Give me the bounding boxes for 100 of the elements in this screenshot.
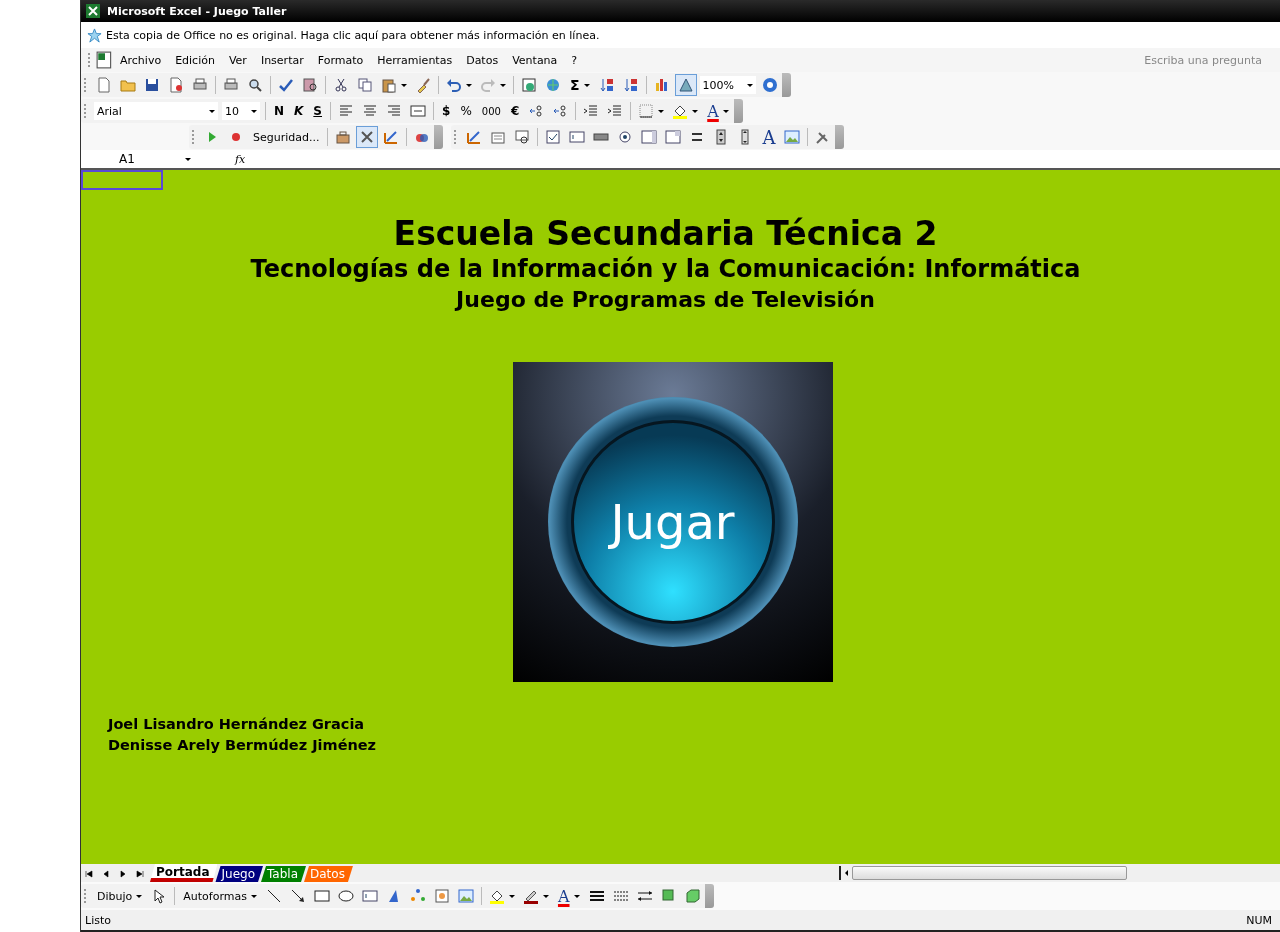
- merge-center-icon[interactable]: [410, 103, 426, 119]
- book-icon[interactable]: [302, 77, 318, 93]
- line-style-icon[interactable]: [588, 888, 605, 904]
- menu-item[interactable]: Ventana: [506, 51, 566, 69]
- paste-icon[interactable]: [381, 77, 397, 93]
- menu-item[interactable]: ?: [565, 51, 586, 69]
- font-color-button[interactable]: A: [702, 100, 734, 122]
- autosum-button[interactable]: Σ: [565, 74, 595, 96]
- font-dropdown[interactable]: Arial: [94, 102, 218, 120]
- design-mode-icon[interactable]: [383, 129, 400, 145]
- fill-color-icon[interactable]: [488, 888, 505, 904]
- label-button[interactable]: A: [757, 126, 781, 148]
- combo-box-icon[interactable]: [665, 129, 682, 145]
- sheet-heading: Juego de Programas de Televisión: [456, 287, 875, 312]
- zoom-dropdown[interactable]: 100%: [699, 76, 756, 94]
- toolbar-options-button[interactable]: [835, 125, 845, 149]
- menu-button[interactable]: Dibujo: [92, 885, 148, 907]
- drawing-icon[interactable]: [677, 77, 694, 93]
- sort-icon[interactable]: [622, 77, 639, 93]
- horizontal-scrollbar[interactable]: [838, 866, 1127, 880]
- image-icon[interactable]: [784, 129, 801, 145]
- text-button[interactable]: €: [505, 100, 525, 122]
- play-button[interactable]: Jugar: [570, 420, 775, 624]
- underline-button[interactable]: S: [308, 100, 327, 122]
- name-box[interactable]: A1: [81, 152, 191, 166]
- font-color-button[interactable]: A: [552, 885, 585, 907]
- design-mode-icon[interactable]: [466, 129, 483, 145]
- paintbrush-icon[interactable]: [415, 77, 431, 93]
- save-icon[interactable]: [144, 77, 160, 93]
- menu-item[interactable]: Edición: [169, 51, 223, 69]
- bar-chart-icon[interactable]: [653, 77, 670, 93]
- selected-cell[interactable]: [81, 170, 163, 190]
- sheet-nav-icon[interactable]: [119, 870, 127, 878]
- italic-button[interactable]: K: [289, 100, 309, 122]
- line-color-icon[interactable]: [522, 888, 539, 904]
- checkbox-icon[interactable]: [545, 129, 562, 145]
- decimal-icon[interactable]: [552, 103, 569, 119]
- menu-item[interactable]: Herramientas: [371, 51, 461, 69]
- line-icon[interactable]: [265, 888, 282, 904]
- diagram-icon[interactable]: [409, 888, 426, 904]
- toolbar-button[interactable]: %: [455, 100, 477, 122]
- toolbox-icon[interactable]: [335, 129, 352, 145]
- clipart-icon[interactable]: [433, 888, 450, 904]
- fill-color-icon[interactable]: [672, 103, 689, 119]
- sort-icon[interactable]: [598, 77, 615, 93]
- list-box-icon[interactable]: [641, 129, 658, 145]
- sheet-nav-icon[interactable]: [136, 870, 144, 878]
- sheet-icon[interactable]: [521, 77, 537, 93]
- indent-icon[interactable]: [607, 103, 624, 119]
- toolbar-options-button[interactable]: [781, 73, 791, 97]
- arrow-icon[interactable]: [289, 888, 306, 904]
- image-icon[interactable]: [457, 888, 474, 904]
- align-left-icon[interactable]: [338, 103, 354, 119]
- borders-icon[interactable]: [638, 103, 655, 119]
- menu-item[interactable]: Insertar: [254, 51, 312, 69]
- menu-item[interactable]: Archivo: [114, 51, 170, 69]
- shadow-icon[interactable]: [660, 888, 677, 904]
- properties-icon[interactable]: [490, 129, 507, 145]
- align-center-icon[interactable]: [362, 103, 378, 119]
- menu-item[interactable]: Formato: [311, 51, 372, 69]
- sheet-nav-icon[interactable]: [102, 870, 110, 878]
- undo-icon[interactable]: [446, 77, 462, 93]
- sheet-tab[interactable]: Portada: [150, 864, 218, 882]
- dash-style-icon[interactable]: [612, 888, 629, 904]
- view-code-icon[interactable]: [514, 129, 531, 145]
- cut-icon[interactable]: [333, 77, 349, 93]
- sheet-tab[interactable]: Tabla: [261, 866, 306, 882]
- print-preview-icon[interactable]: [247, 77, 263, 93]
- rectangle-icon[interactable]: [313, 888, 330, 904]
- printer-icon[interactable]: [223, 77, 239, 93]
- toolbar-options-button[interactable]: [733, 99, 743, 123]
- menu-item[interactable]: Ver: [222, 51, 255, 69]
- indent-icon[interactable]: [583, 103, 600, 119]
- toolbar-options-button[interactable]: [704, 884, 714, 908]
- toolbar-options-button[interactable]: [434, 125, 444, 149]
- font-size-dropdown[interactable]: 10: [222, 102, 260, 120]
- help-icon[interactable]: [761, 77, 778, 93]
- arrow-style-icon[interactable]: [636, 888, 653, 904]
- ellipse-icon[interactable]: [337, 888, 354, 904]
- sheet-nav-icon[interactable]: [85, 870, 93, 878]
- cube-icon[interactable]: [684, 888, 701, 904]
- copy-icon[interactable]: [357, 77, 373, 93]
- menu-button[interactable]: Autoformas: [178, 885, 262, 907]
- thousands-button[interactable]: 000: [476, 100, 506, 122]
- printer-icon[interactable]: [192, 77, 208, 93]
- radio-button-icon[interactable]: [617, 129, 634, 145]
- text-box-icon[interactable]: [361, 888, 378, 904]
- insert-function-button[interactable]: fx: [235, 152, 246, 166]
- document-icon[interactable]: [168, 77, 184, 93]
- text-button[interactable]: $: [437, 100, 456, 122]
- align-right-icon[interactable]: [386, 103, 402, 119]
- globe-icon[interactable]: [545, 77, 561, 93]
- decimal-icon[interactable]: [528, 103, 545, 119]
- text-button[interactable]: N: [269, 100, 290, 122]
- new-document-icon[interactable]: [96, 77, 112, 93]
- open-folder-icon[interactable]: [120, 77, 136, 93]
- menu-item[interactable]: Datos: [460, 51, 507, 69]
- text-box-icon[interactable]: [569, 129, 586, 145]
- sheet-tab[interactable]: Juego: [215, 866, 263, 882]
- spelling-check-icon[interactable]: [278, 77, 294, 93]
